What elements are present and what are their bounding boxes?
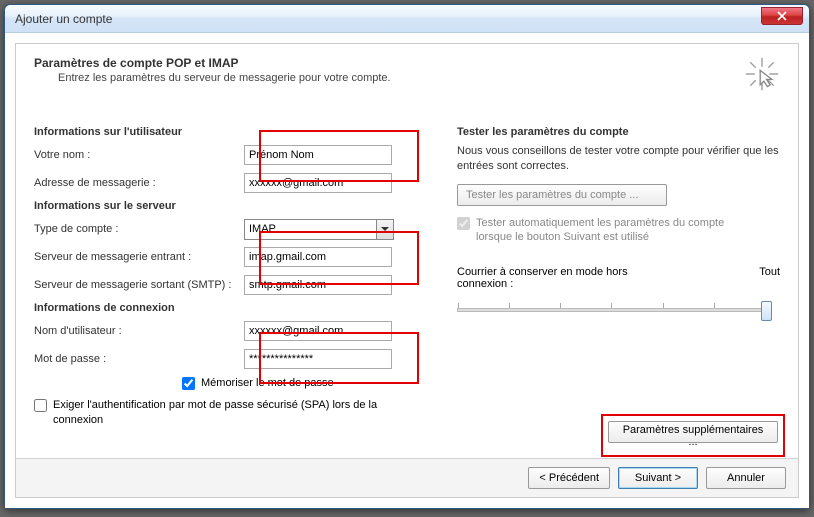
slider-label-right: Tout	[759, 266, 780, 290]
name-label: Votre nom :	[34, 149, 244, 161]
test-settings-button[interactable]: Tester les paramètres du compte ...	[457, 184, 667, 206]
auto-test-checkbox[interactable]	[457, 217, 470, 230]
highlight-more-settings: Paramètres supplémentaires ...	[601, 414, 785, 457]
incoming-label: Serveur de messagerie entrant :	[34, 251, 244, 263]
test-description: Nous vous conseillons de tester votre co…	[457, 144, 780, 174]
auto-test-label: Tester automatiquement les paramètres du…	[476, 216, 756, 245]
login-info-heading: Informations de connexion	[34, 302, 429, 314]
spa-row: Exiger l'authentification par mot de pas…	[34, 398, 429, 427]
password-label: Mot de passe :	[34, 353, 244, 365]
server-info-heading: Informations sur le serveur	[34, 200, 429, 212]
add-account-window: Ajouter un compte Paramètres de compte P…	[4, 4, 810, 509]
remember-password-checkbox[interactable]	[182, 377, 195, 390]
header: Paramètres de compte POP et IMAP Entrez …	[34, 56, 780, 92]
wizard-footer: < Précédent Suivant > Annuler	[16, 458, 798, 497]
next-button[interactable]: Suivant >	[618, 467, 698, 489]
spa-checkbox[interactable]	[34, 399, 47, 412]
right-column: Tester les paramètres du compte Nous vou…	[457, 122, 780, 427]
highlight-login-fields	[259, 332, 419, 384]
slider-ticks	[458, 303, 766, 308]
highlight-user-fields	[259, 130, 419, 182]
cancel-button[interactable]: Annuler	[706, 467, 786, 489]
slider-label-left: Courrier à conserver en mode hors connex…	[457, 266, 677, 290]
test-heading: Tester les paramètres du compte	[457, 126, 780, 138]
auto-test-row: Tester automatiquement les paramètres du…	[457, 216, 780, 245]
content-area: Paramètres de compte POP et IMAP Entrez …	[5, 33, 809, 508]
more-settings-button[interactable]: Paramètres supplémentaires ...	[608, 421, 778, 443]
highlight-server-fields	[259, 231, 419, 285]
username-label: Nom d'utilisateur :	[34, 325, 244, 337]
back-button[interactable]: < Précédent	[528, 467, 610, 489]
cursor-star-icon	[744, 56, 780, 92]
offline-mail-slider[interactable]	[457, 308, 767, 312]
close-icon	[777, 11, 787, 21]
email-label: Adresse de messagerie :	[34, 177, 244, 189]
account-type-label: Type de compte :	[34, 223, 244, 235]
header-subtitle: Entrez les paramètres du serveur de mess…	[58, 72, 744, 84]
slider-thumb[interactable]	[761, 301, 772, 321]
close-button[interactable]	[761, 7, 803, 25]
header-title: Paramètres de compte POP et IMAP	[34, 56, 744, 70]
outgoing-label: Serveur de messagerie sortant (SMTP) :	[34, 279, 244, 291]
offline-mail-slider-section: Courrier à conserver en mode hors connex…	[457, 266, 780, 312]
spa-label: Exiger l'authentification par mot de pas…	[53, 398, 383, 427]
inner-panel: Paramètres de compte POP et IMAP Entrez …	[15, 43, 799, 498]
window-title: Ajouter un compte	[15, 12, 112, 26]
titlebar[interactable]: Ajouter un compte	[5, 5, 809, 33]
